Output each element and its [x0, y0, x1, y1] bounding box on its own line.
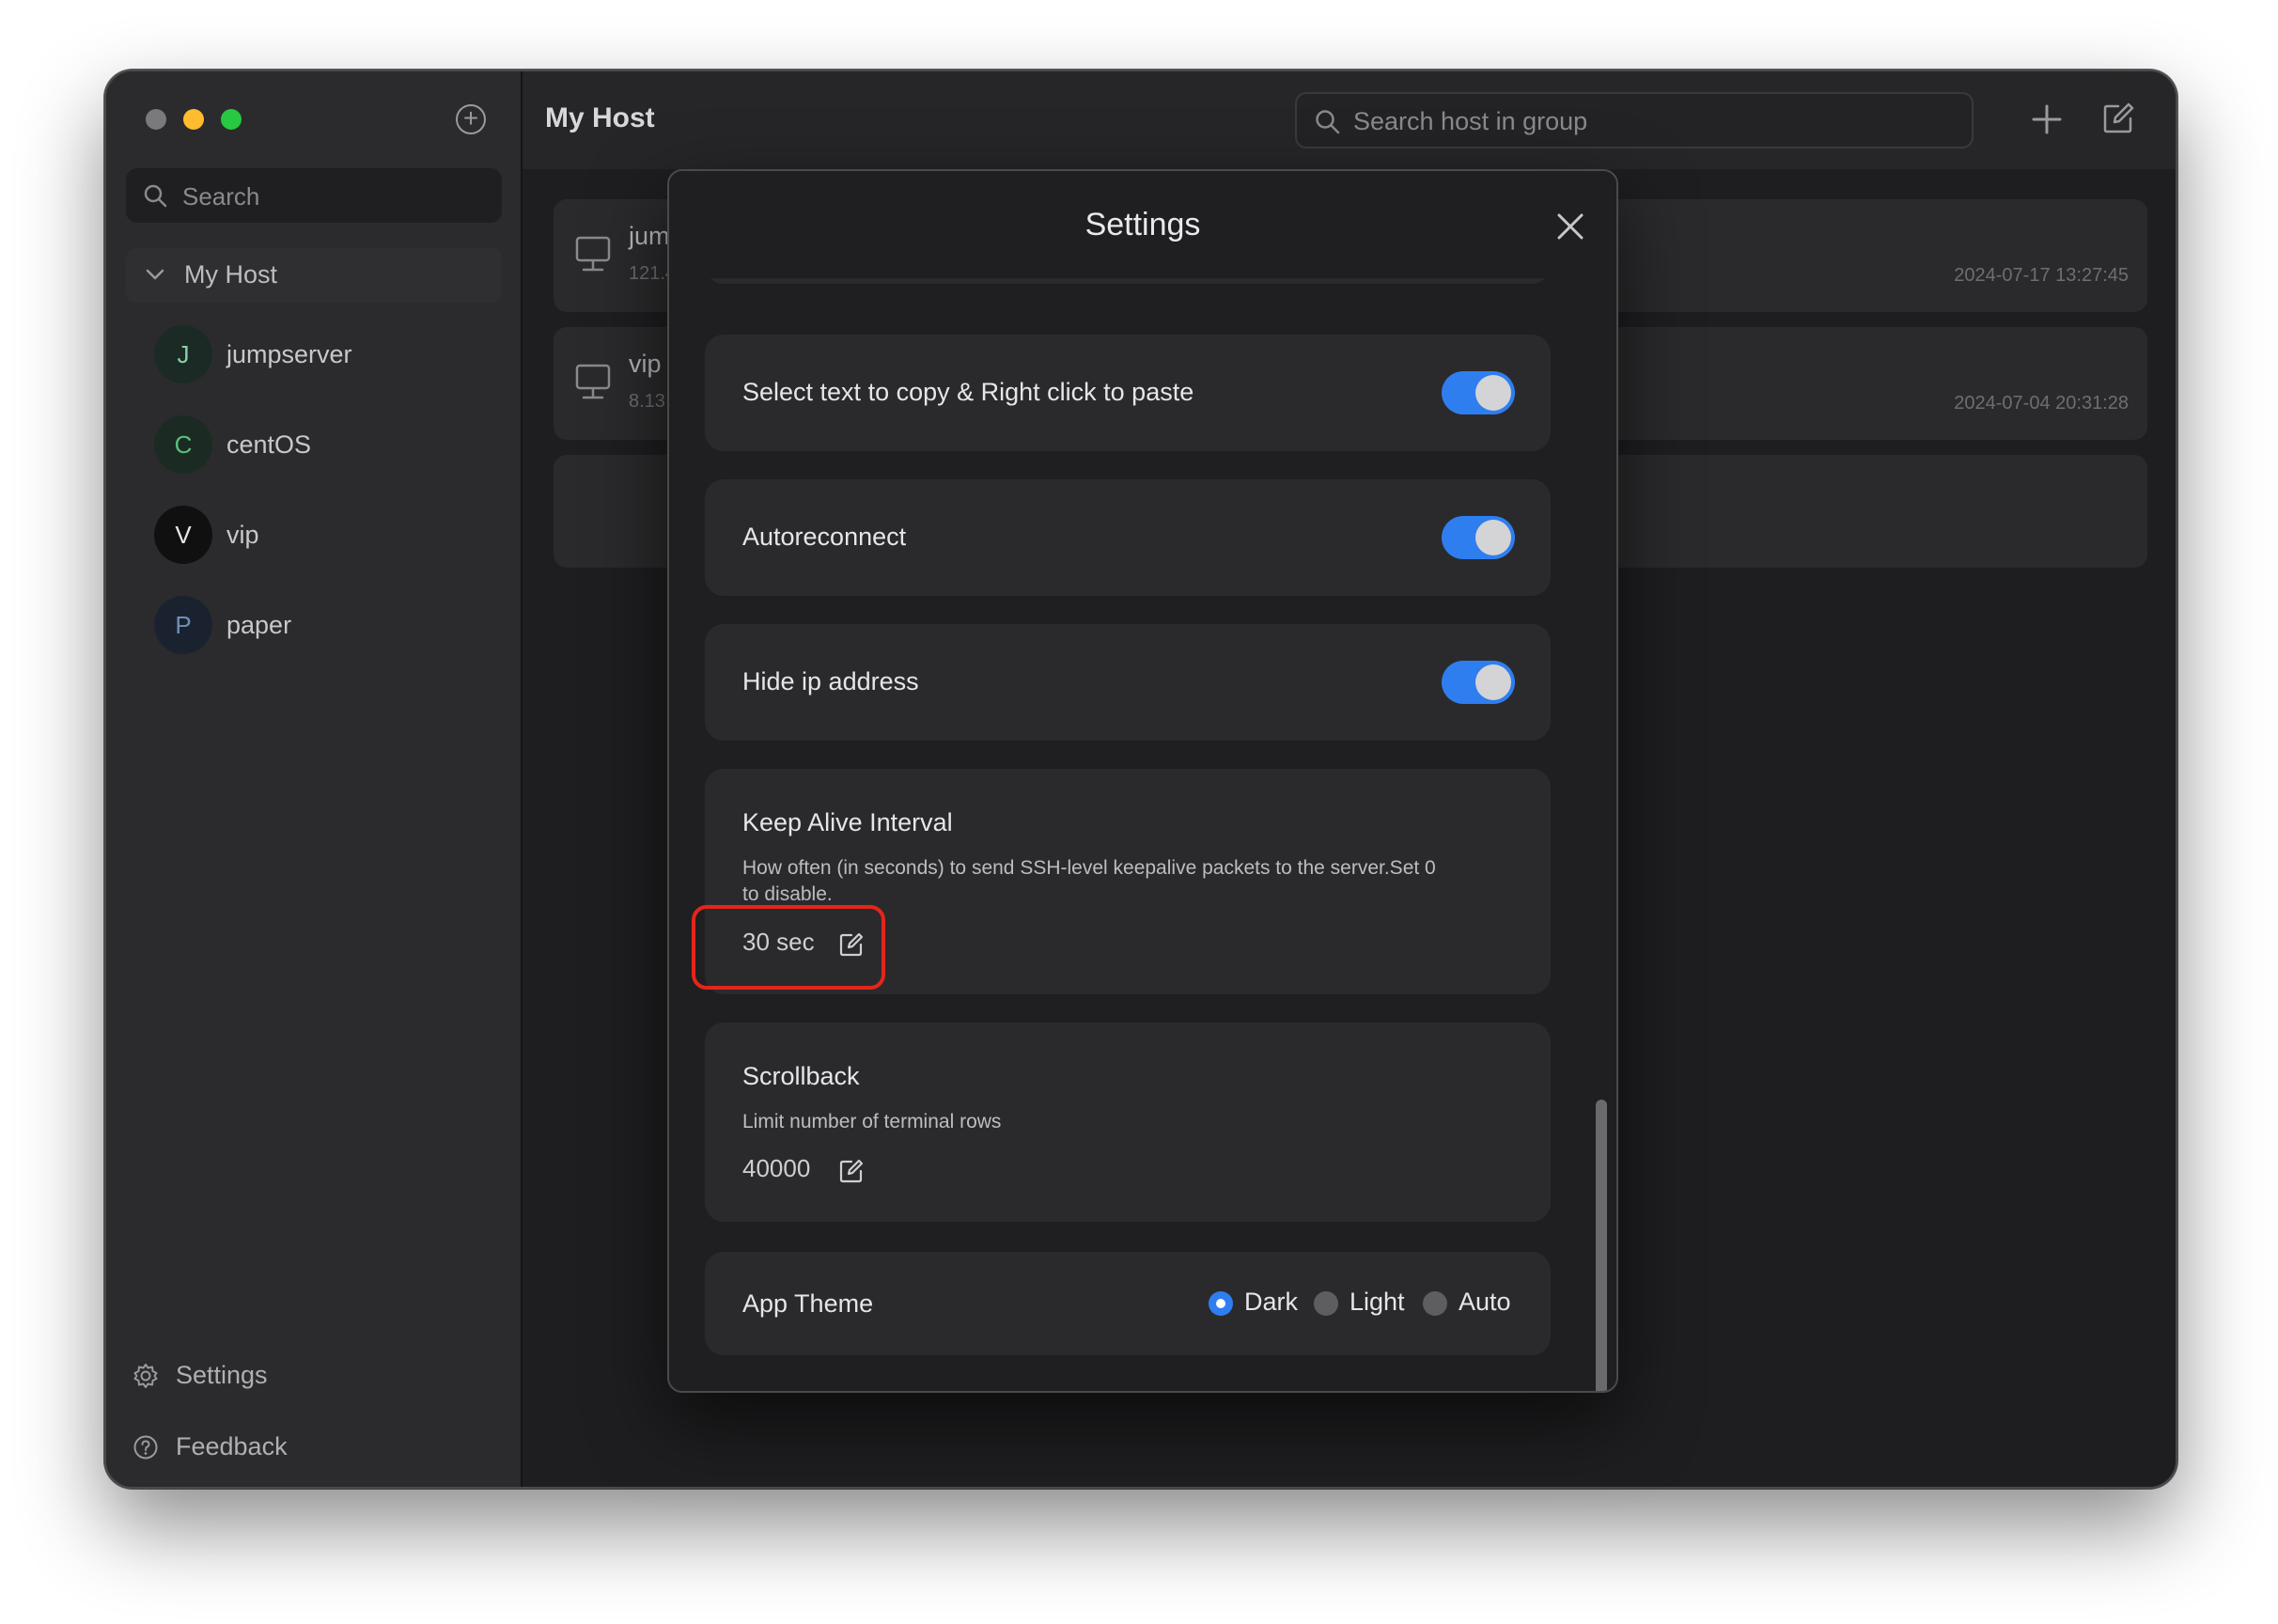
group-label: My Host — [184, 260, 278, 289]
select-copy-toggle[interactable] — [1442, 371, 1515, 414]
theme-option-label: Light — [1350, 1288, 1405, 1316]
autoreconnect-toggle[interactable] — [1442, 516, 1515, 559]
topbar: My Host — [523, 71, 2176, 169]
window-maximize-button[interactable] — [221, 109, 242, 130]
monitor-icon — [575, 364, 611, 399]
edit-icon[interactable] — [2101, 102, 2135, 135]
host-ip: 8.13 — [629, 391, 665, 412]
add-host-icon[interactable] — [2031, 103, 2063, 135]
setting-label: Scrollback — [742, 1062, 860, 1090]
sidebar-host-centos[interactable]: C centOS — [154, 415, 492, 474]
setting-label: Autoreconnect — [742, 523, 907, 551]
theme-light-radio[interactable] — [1314, 1291, 1338, 1316]
sidebar: + My Host J jumpserver C centOS V vip — [106, 71, 523, 1487]
settings-dialog: Settings Select text to copy & Right cli… — [667, 169, 1618, 1393]
sidebar-search — [126, 168, 502, 225]
highlight-box — [692, 905, 885, 990]
host-timestamp: 2024-07-17 13:27:45 — [1954, 265, 2129, 286]
host-timestamp: 2024-07-04 20:31:28 — [1954, 393, 2129, 414]
setting-hide-ip: Hide ip address — [705, 624, 1551, 741]
edit-icon[interactable] — [838, 1158, 865, 1184]
sidebar-host-vip[interactable]: V vip — [154, 506, 492, 564]
setting-app-theme: App Theme Dark Light Auto — [705, 1252, 1551, 1355]
settings-label: Settings — [176, 1361, 268, 1389]
monitor-icon — [575, 236, 611, 272]
chevron-down-icon — [146, 269, 164, 280]
host-name: jum — [629, 222, 670, 250]
theme-radio-group: Dark Light Auto — [1209, 1269, 1547, 1338]
dialog-scrollbar[interactable] — [1596, 1100, 1607, 1391]
group-my-host[interactable]: My Host — [126, 248, 502, 303]
sidebar-host-paper[interactable]: P paper — [154, 596, 492, 654]
host-name: centOS — [226, 430, 312, 459]
search-icon — [1316, 110, 1340, 134]
help-icon — [133, 1435, 158, 1460]
sidebar-search-input[interactable] — [180, 168, 485, 225]
setting-autoreconnect: Autoreconnect — [705, 479, 1551, 596]
close-icon[interactable] — [1556, 212, 1584, 241]
setting-description: How often (in seconds) to send SSH-level… — [742, 857, 1436, 905]
dialog-title: Settings — [1084, 207, 1201, 242]
add-group-icon[interactable]: + — [456, 104, 486, 134]
setting-label: Keep Alive Interval — [742, 808, 953, 836]
setting-select-copy: Select text to copy & Right click to pas… — [705, 335, 1551, 451]
theme-auto-radio[interactable] — [1423, 1291, 1447, 1316]
theme-dark-radio[interactable] — [1209, 1291, 1233, 1316]
page-title: My Host — [545, 102, 655, 133]
setting-label: Hide ip address — [742, 667, 919, 695]
host-search-input[interactable] — [1351, 94, 1957, 148]
setting-label: Select text to copy & Right click to pas… — [742, 378, 1194, 406]
window-close-button[interactable] — [146, 109, 166, 130]
avatar: V — [154, 506, 212, 564]
avatar: P — [154, 596, 212, 654]
host-name: paper — [226, 611, 292, 639]
search-icon — [144, 184, 167, 208]
host-search — [1295, 92, 1974, 148]
window-minimize-button[interactable] — [183, 109, 204, 130]
setting-scrollback: Scrollback Limit number of terminal rows… — [705, 1023, 1551, 1222]
theme-option-label: Dark — [1244, 1288, 1299, 1316]
feedback-label: Feedback — [176, 1432, 288, 1460]
gear-icon — [133, 1364, 158, 1388]
theme-option-label: Auto — [1459, 1288, 1511, 1316]
setting-label: App Theme — [742, 1289, 874, 1318]
setting-description: Limit number of terminal rows — [742, 1111, 1002, 1132]
hide-ip-toggle[interactable] — [1442, 661, 1515, 704]
avatar: J — [154, 325, 212, 383]
sidebar-host-jumpserver[interactable]: J jumpserver — [154, 325, 492, 383]
host-name: jumpserver — [226, 340, 352, 368]
host-name: vip — [629, 350, 662, 378]
avatar: C — [154, 415, 212, 474]
dialog-header: Settings — [669, 171, 1616, 278]
host-name: vip — [226, 521, 259, 549]
scrollback-value: 40000 — [742, 1154, 811, 1182]
